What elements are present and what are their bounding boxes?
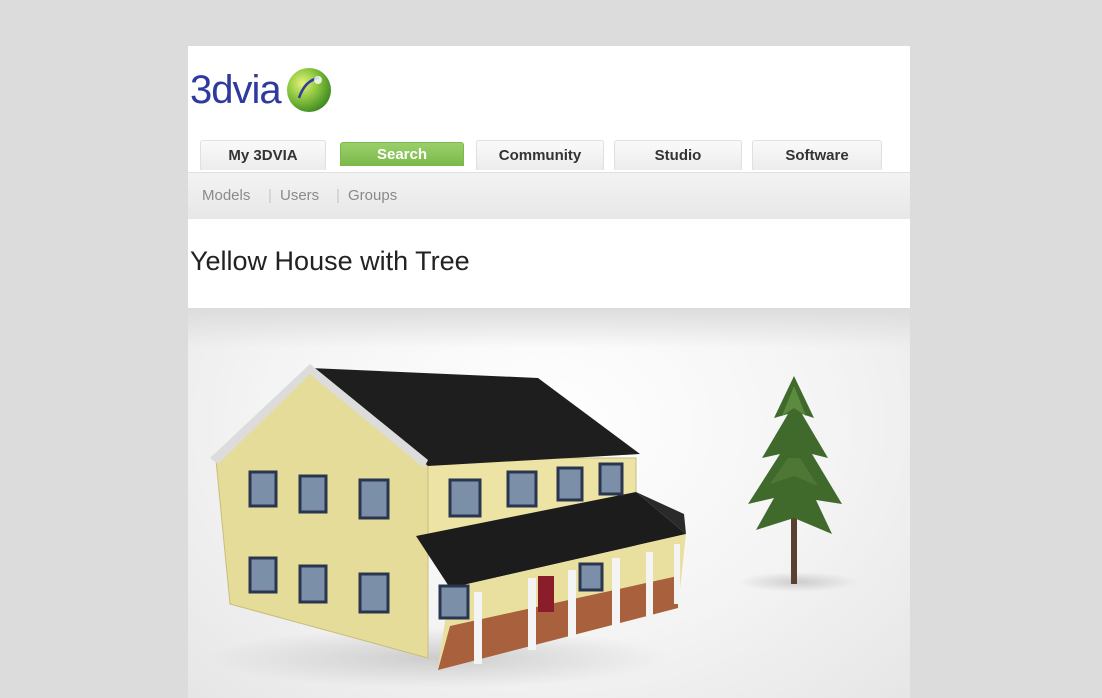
sub-nav: Models | Users | Groups [188, 172, 910, 219]
house-model [210, 364, 686, 670]
main-nav-tabs: My 3DVIA Search Community Studio Softwar… [188, 138, 910, 172]
house-shadow [208, 628, 668, 688]
tab-my-3dvia[interactable]: My 3DVIA [200, 140, 326, 170]
subnav-divider: | [268, 187, 272, 204]
tab-community[interactable]: Community [476, 140, 604, 170]
tab-software[interactable]: Software [752, 140, 882, 170]
logo-text: 3dvia [190, 67, 282, 112]
page-title: Yellow House with Tree [190, 246, 470, 276]
subnav-item-groups[interactable]: Groups [348, 187, 397, 204]
tab-studio[interactable]: Studio [614, 140, 742, 170]
tab-search[interactable]: Search [340, 142, 464, 166]
subnav-item-users[interactable]: Users [280, 187, 319, 204]
house-model-render [208, 364, 858, 688]
tree-shadow [738, 572, 858, 592]
logo[interactable]: 3dvia [190, 64, 333, 116]
tree-model [748, 376, 842, 584]
subnav-item-models[interactable]: Models [202, 187, 250, 204]
3d-model-viewer[interactable] [188, 308, 910, 698]
page: 3dvia My 3DVIA Search Community Studio S… [188, 46, 910, 698]
green-globe-logo-icon [286, 68, 331, 112]
subnav-divider: | [336, 187, 340, 204]
